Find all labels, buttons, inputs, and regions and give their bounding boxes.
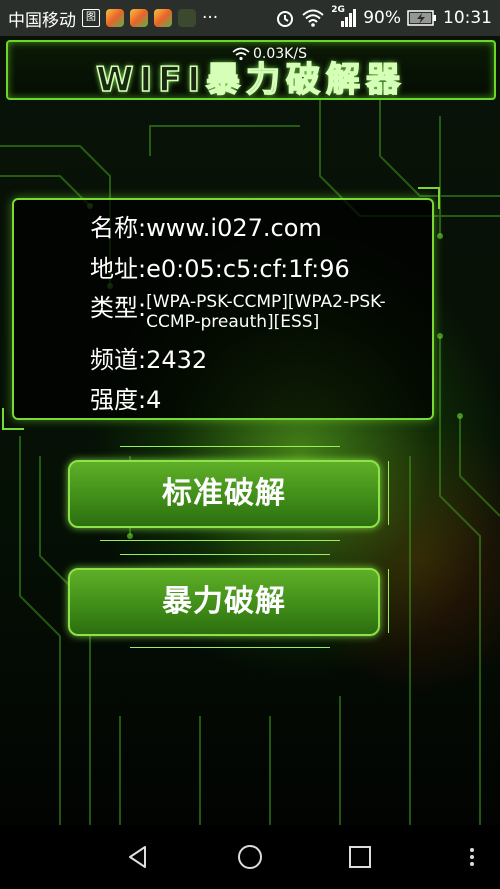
wifi-channel: 2432 (146, 346, 208, 374)
app-title-bar: 0.03K/S WIFI暴力破解器 (6, 40, 496, 101)
battery-percent: 90% (363, 8, 401, 28)
type-label: 类型: (90, 294, 147, 322)
divider-line (388, 569, 389, 633)
recents-icon (349, 846, 371, 868)
status-bar: 中国移动 图 ··· 2G 90% 10:31 (0, 0, 500, 36)
recents-button[interactable] (328, 825, 392, 889)
wifi-address: e0:05:c5:cf:1f:96 (146, 255, 350, 283)
signal-icon: 2G (331, 5, 357, 28)
back-icon (129, 846, 146, 868)
wifi-name: www.i027.com (146, 214, 322, 242)
standard-crack-button[interactable]: 标准破解 (68, 460, 380, 528)
clock: 10:31 (443, 8, 492, 28)
divider-line (120, 554, 330, 555)
home-icon (238, 845, 262, 869)
menu-button[interactable] (440, 825, 500, 889)
wifi-notification-icon (178, 9, 196, 27)
address-label: 地址: (90, 255, 147, 283)
wifi-type: [WPA-PSK-CCMP][WPA2-PSK-CCMP-preauth][ES… (146, 292, 386, 332)
wifi-address-row: 地址:e0:05:c5:cf:1f:96 (90, 249, 350, 284)
circuit-background (0, 96, 500, 825)
back-button[interactable] (106, 825, 170, 889)
notification-app-icon (154, 9, 172, 27)
wifi-type-row: 类型: [WPA-PSK-CCMP][WPA2-PSK-CCMP-preauth… (90, 288, 416, 332)
wifi-icon (302, 9, 324, 27)
app-screen: 0.03K/S WIFI暴力破解器 名称:www.i027.com 地址:e0:… (0, 36, 500, 825)
wifi-info-panel: 名称:www.i027.com 地址:e0:05:c5:cf:1f:96 类型:… (12, 198, 434, 420)
carrier-sim-icon: 图 (82, 9, 100, 27)
notification-app-icon (106, 9, 124, 27)
wifi-strength: 4 (146, 386, 162, 414)
channel-label: 频道: (90, 346, 147, 374)
wifi-name-row: 名称:www.i027.com (90, 208, 322, 243)
notification-app-icon (130, 9, 148, 27)
divider-line (100, 540, 340, 541)
divider-line (388, 461, 389, 525)
more-notifications-icon: ··· (202, 8, 219, 28)
strength-label: 强度: (90, 386, 147, 414)
divider-line (120, 446, 340, 447)
battery-charging-icon (407, 10, 436, 26)
alarm-icon (277, 11, 294, 27)
carrier-name: 中国移动 (8, 10, 76, 31)
brute-force-crack-button[interactable]: 暴力破解 (68, 568, 380, 636)
name-label: 名称: (90, 214, 147, 242)
app-title: WIFI暴力破解器 (95, 59, 407, 101)
wifi-strength-row: 强度:4 (90, 380, 161, 415)
wifi-channel-row: 频道:2432 (90, 340, 207, 375)
menu-icon (470, 848, 474, 866)
navigation-bar (0, 825, 500, 889)
divider-line (130, 647, 330, 648)
home-button[interactable] (218, 825, 282, 889)
